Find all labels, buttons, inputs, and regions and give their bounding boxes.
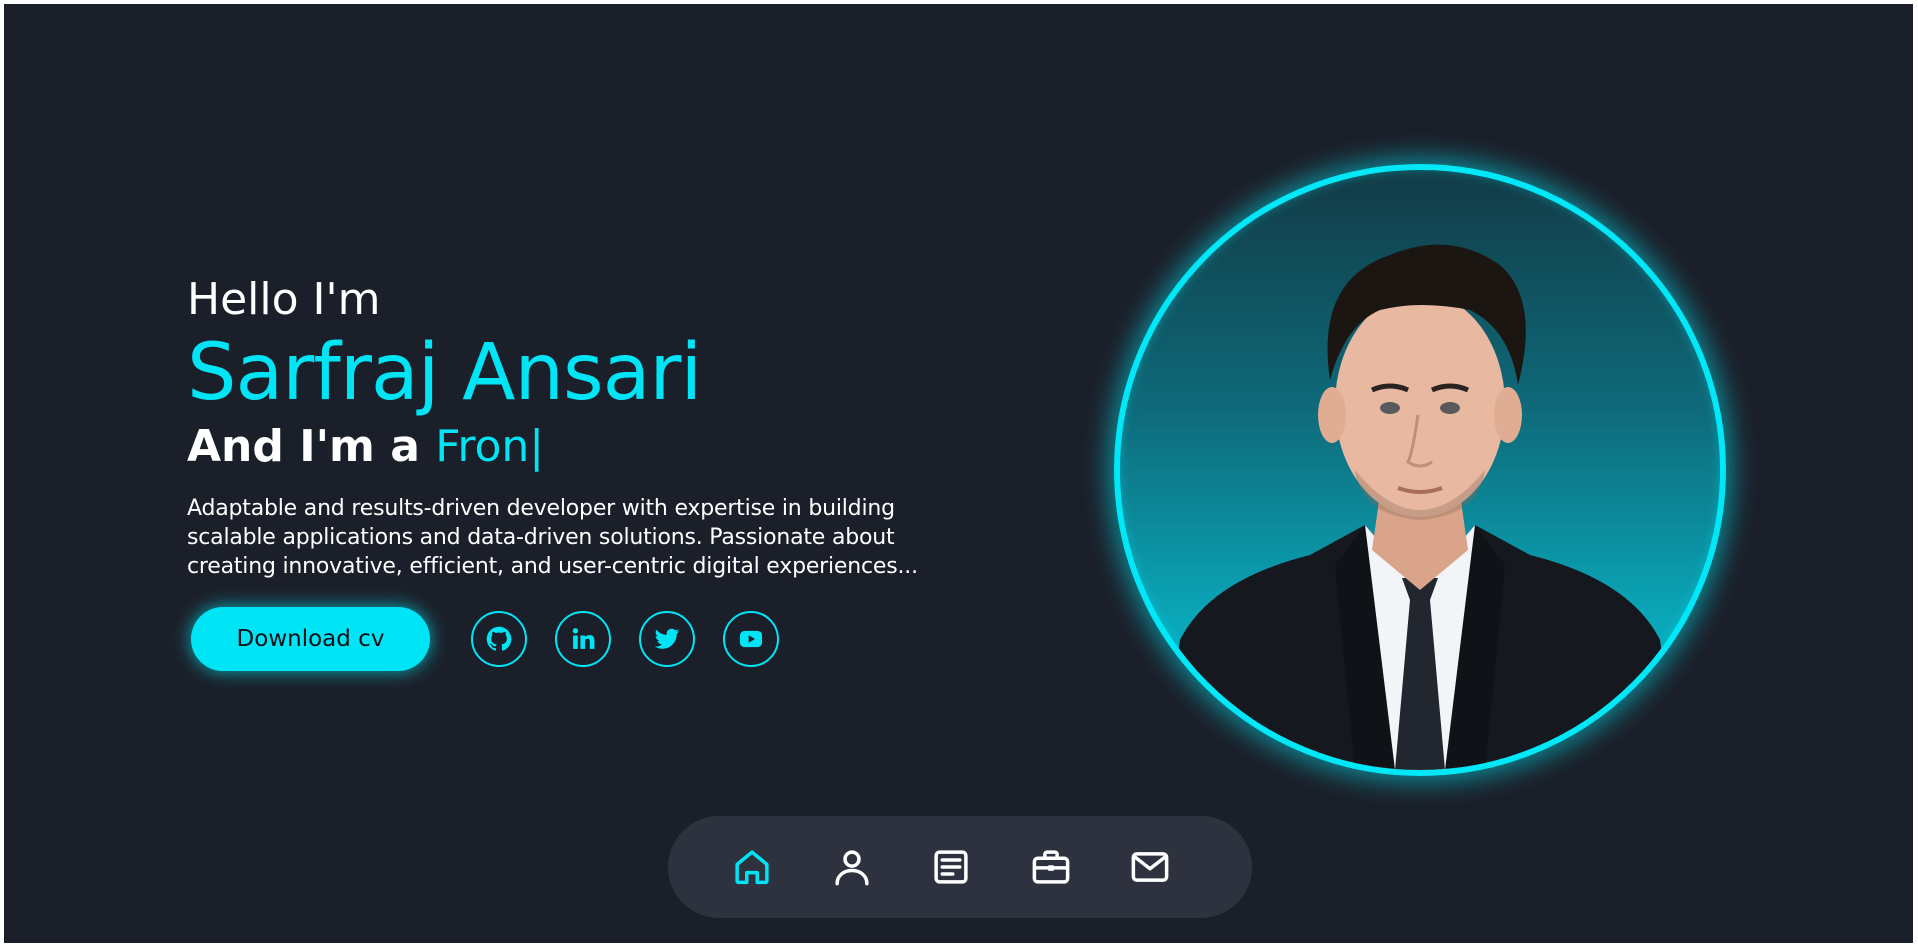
nav-portfolio[interactable] [1029, 845, 1073, 889]
bottom-nav [668, 816, 1252, 918]
mail-icon [1131, 852, 1169, 882]
user-icon [834, 850, 869, 886]
page-frame: Hello I'm Sarfraj Ansari And I'm a Fron|… [4, 4, 1913, 943]
hero-greeting: Hello I'm [187, 274, 381, 325]
nav-contact[interactable] [1128, 845, 1172, 889]
github-icon [486, 626, 512, 651]
linkedin-icon [572, 628, 595, 649]
youtube-icon [739, 630, 763, 648]
twitter-link[interactable] [639, 611, 695, 667]
nav-resume[interactable] [929, 845, 973, 889]
nav-about[interactable] [830, 845, 874, 889]
hero-role-prefix: And I'm a [187, 421, 436, 472]
hero-role-typed: Fron| [435, 421, 545, 472]
profile-photo [1114, 164, 1726, 776]
nav-home[interactable] [730, 845, 774, 889]
github-link[interactable] [471, 611, 527, 667]
hero-section: Hello I'm Sarfraj Ansari And I'm a Fron|… [187, 272, 987, 581]
hero-description: Adaptable and results-driven developer w… [187, 496, 918, 579]
download-cv-button[interactable]: Download cv [191, 607, 430, 671]
linkedin-link[interactable] [555, 611, 611, 667]
hero-actions: Download cv [191, 607, 779, 671]
profile-illustration [1160, 244, 1680, 770]
briefcase-icon [1032, 850, 1069, 884]
hero-name: Sarfraj Ansari [187, 328, 702, 418]
twitter-icon [654, 628, 680, 649]
home-icon [735, 850, 769, 885]
resume-icon [934, 850, 968, 884]
youtube-link[interactable] [723, 611, 779, 667]
hero-role: And I'm a Fron| [187, 420, 987, 474]
